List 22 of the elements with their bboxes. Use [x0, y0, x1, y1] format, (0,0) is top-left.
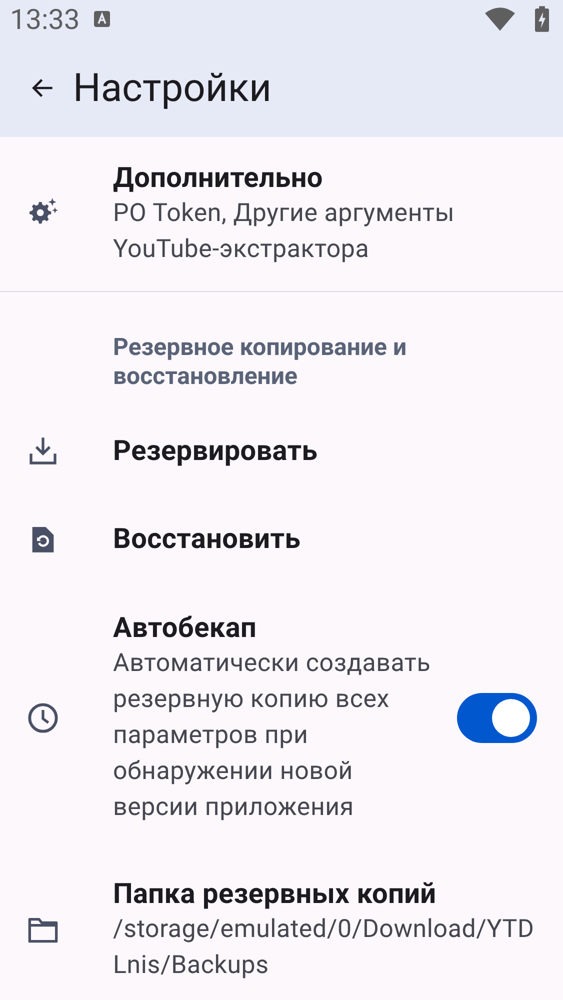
keyboard-icon [94, 11, 110, 27]
settings-item[interactable]: Дополнительно PO Token, Другие аргументы YouTube-экстрактора [0, 137, 563, 290]
toggle-switch[interactable] [457, 693, 537, 743]
settings-item[interactable]: Папка резервных копий /storage/emulated/0/Download/YTDLnis/Backups [0, 851, 563, 1000]
item-summary: /storage/emulated/0/Download/YTDLnis/Backups [113, 914, 536, 982]
settings-item[interactable]: Автобекап Автоматически создавать резервную копию всех параметров при обнаружении новой версии приложения [0, 583, 563, 851]
settings-item[interactable]: Восстановить [0, 495, 563, 583]
screen-title: Настройки [73, 64, 272, 110]
category-header: Резервное копирование и восстановление [112, 332, 408, 392]
item-summary: Автоматически создавать резервную копию всех параметров при обнаружении новой версии приложения [113, 648, 431, 824]
download-icon [27, 435, 59, 467]
item-title: Папка резервных копий [113, 876, 438, 912]
item-summary: PO Token, Другие аргументы YouTube-экстрактора [113, 198, 456, 266]
battery-charging-icon [535, 6, 549, 32]
item-title: Восстановить [113, 521, 302, 557]
clock-icon [27, 702, 59, 734]
wifi-icon [485, 6, 515, 32]
item-title: Дополнительно [113, 160, 324, 196]
item-title: Резервировать [113, 433, 319, 469]
status-time: 13:33 [10, 2, 80, 36]
item-title: Автобекап [113, 610, 258, 646]
settings-item[interactable]: Резервировать [0, 407, 563, 495]
